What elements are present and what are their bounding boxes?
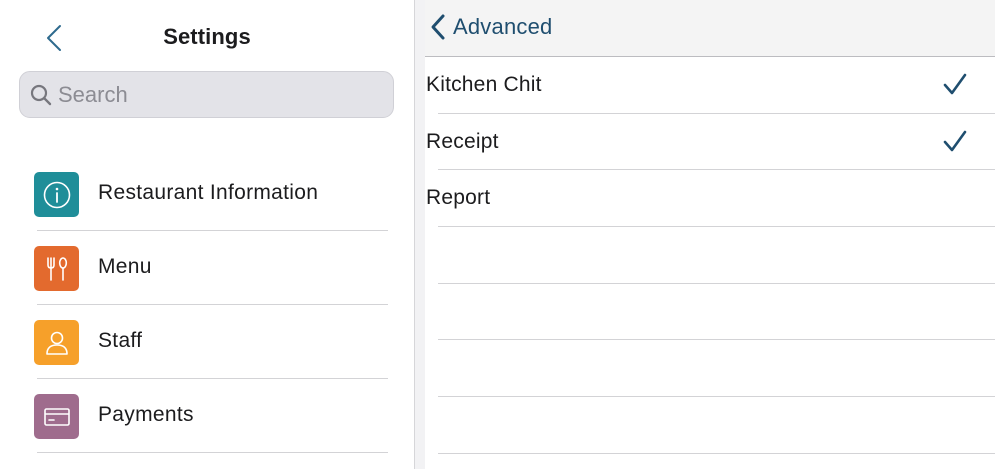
option-label: Kitchen Chit xyxy=(426,73,542,96)
empty-row xyxy=(425,340,995,398)
option-row-kitchen-chit[interactable]: Kitchen Chit xyxy=(425,57,995,114)
empty-row xyxy=(425,284,995,341)
menu-item-label: Staff xyxy=(98,329,143,352)
card-icon xyxy=(43,407,70,426)
checkmark-icon xyxy=(943,73,967,95)
settings-sidebar: Settings Restaurant Information xyxy=(0,0,414,469)
payments-tile xyxy=(34,394,79,439)
restaurant-info-tile xyxy=(34,172,79,217)
menu-item-label: Menu xyxy=(98,255,152,278)
menu-item-restaurant-information[interactable]: Restaurant Information xyxy=(0,157,414,231)
detail-navbar: Advanced xyxy=(425,0,995,57)
staff-tile xyxy=(34,320,79,365)
advanced-back-button[interactable]: Advanced xyxy=(429,10,552,44)
menu-tile xyxy=(34,246,79,291)
person-icon xyxy=(45,331,68,355)
settings-menu: Restaurant Information Menu Staff Paymen… xyxy=(0,157,414,453)
pane-gutter xyxy=(415,0,425,469)
option-row-receipt[interactable]: Receipt xyxy=(425,114,995,171)
option-row-report[interactable]: Report xyxy=(425,170,995,228)
menu-item-menu[interactable]: Menu xyxy=(0,231,414,305)
empty-row xyxy=(425,227,995,284)
menu-item-payments[interactable]: Payments xyxy=(0,379,414,453)
checkmark-icon xyxy=(943,130,967,151)
option-label: Report xyxy=(426,186,491,210)
search-field[interactable] xyxy=(19,71,394,118)
divider xyxy=(37,452,388,453)
back-button-label: Advanced xyxy=(453,14,553,39)
menu-item-label: Restaurant Information xyxy=(98,181,319,204)
detail-pane: Advanced Kitchen Chit Receipt Report xyxy=(425,0,995,469)
utensils-icon xyxy=(46,256,67,281)
info-icon xyxy=(43,181,70,208)
option-label: Receipt xyxy=(426,129,499,153)
divider xyxy=(438,452,995,454)
search-input[interactable] xyxy=(58,78,378,112)
chevron-left-icon xyxy=(431,14,445,40)
print-options-list: Kitchen Chit Receipt Report xyxy=(425,57,995,454)
menu-item-label: Payments xyxy=(98,403,194,426)
empty-row xyxy=(425,397,995,454)
menu-item-staff[interactable]: Staff xyxy=(0,305,414,379)
search-icon xyxy=(30,84,52,106)
page-title: Settings xyxy=(163,24,251,49)
